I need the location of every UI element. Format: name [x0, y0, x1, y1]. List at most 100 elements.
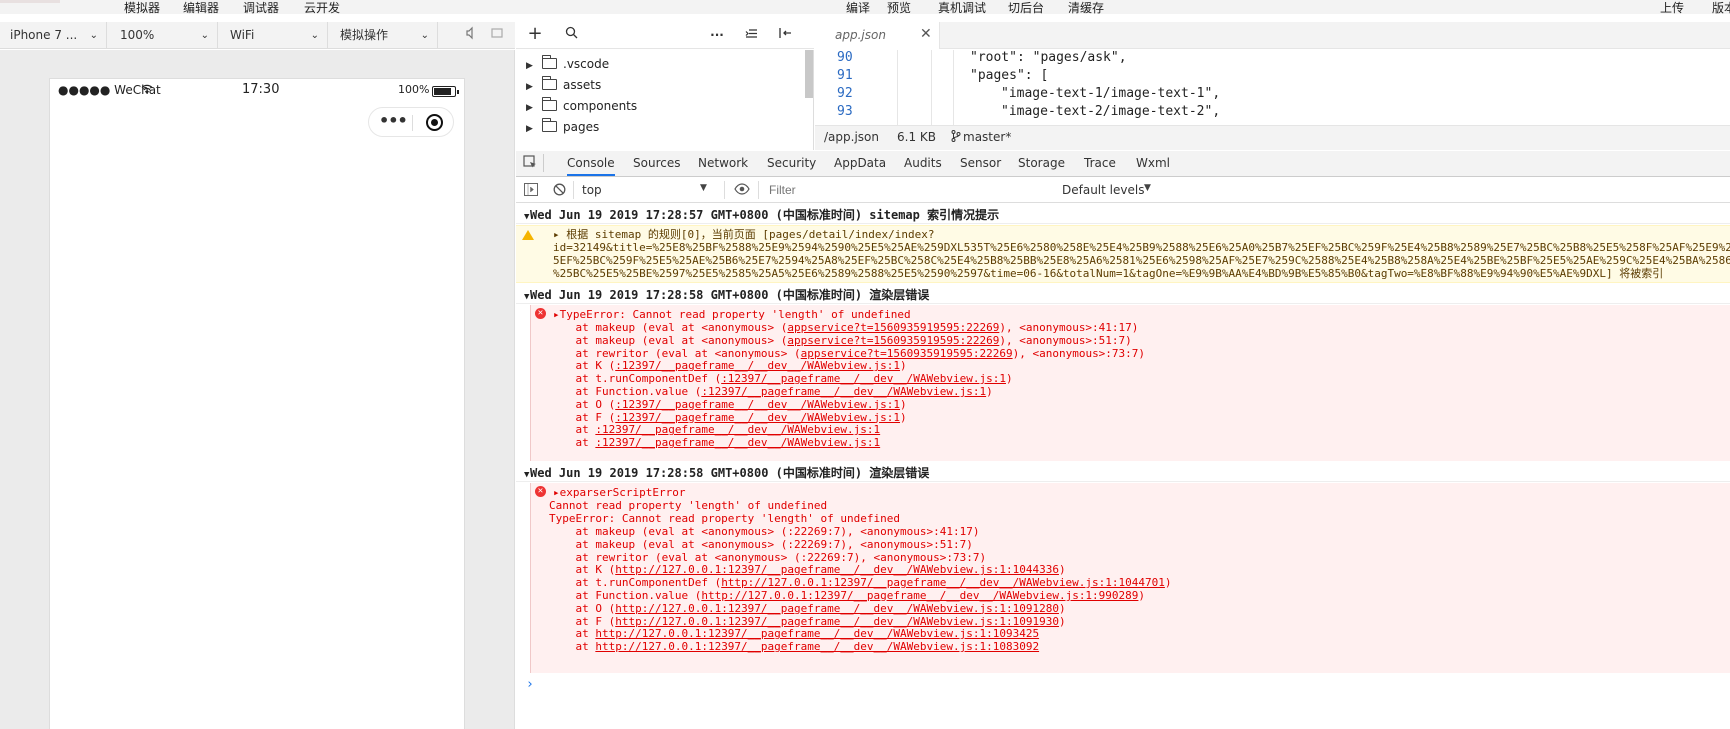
window-corner [0, 0, 60, 3]
source-link[interactable]: http://127.0.0.1:12397/__pageframe__/__d… [595, 627, 1039, 640]
console-group-header[interactable]: ▼Wed Jun 19 2019 17:28:58 GMT+0800 (中国标准… [516, 287, 1730, 304]
error-message[interactable]: ✕ ▸exparserScriptError Cannot read prope… [530, 483, 1730, 673]
caret-down-icon: ▼ [524, 470, 530, 480]
background-button[interactable]: 切后台 [1008, 0, 1044, 14]
eye-icon[interactable] [734, 183, 750, 198]
context-value: top [582, 183, 602, 197]
console-group-header[interactable]: ▼Wed Jun 19 2019 17:28:57 GMT+0800 (中国标准… [516, 207, 1730, 224]
more-icon[interactable]: ··· [708, 26, 726, 44]
folder-vscode[interactable]: ▶ .vscode [526, 54, 609, 74]
inspect-element-icon[interactable] [523, 155, 538, 173]
console-group-header[interactable]: ▼Wed Jun 19 2019 17:28:58 GMT+0800 (中国标准… [516, 465, 1730, 482]
folder-label: pages [563, 120, 600, 134]
log-levels-select[interactable]: Default levels ▼ [1062, 180, 1162, 200]
source-link[interactable]: :12397/__pageframe__/__dev__/WAWebview.j… [615, 398, 900, 411]
code-line: "pages": [ [970, 68, 1049, 83]
stack-frame-text: at makeup (eval at <anonymous> ( [549, 321, 788, 334]
tab-appdata[interactable]: AppData [834, 156, 886, 170]
line-number: 90 [837, 50, 853, 65]
close-icon[interactable]: ✕ [920, 26, 932, 42]
source-link[interactable]: :12397/__pageframe__/__dev__/WAWebview.j… [701, 385, 986, 398]
menu-debugger[interactable]: 调试器 [243, 0, 279, 14]
tab-trace[interactable]: Trace [1084, 156, 1116, 170]
add-file-icon[interactable]: + [526, 25, 544, 43]
compile-button[interactable]: 编译 [846, 0, 870, 14]
show-sidebar-icon[interactable] [524, 183, 538, 199]
zoom-select[interactable]: 100% ⌄ [110, 22, 218, 49]
tab-console[interactable]: Console [567, 156, 615, 176]
tab-audits[interactable]: Audits [904, 156, 942, 170]
more-menu-icon[interactable]: ••• [379, 111, 408, 130]
menu-simulator[interactable]: 模拟器 [124, 0, 160, 14]
toggle-panel-icon[interactable] [776, 26, 794, 44]
collapse-icon[interactable] [742, 26, 760, 44]
file-path: /app.json [824, 130, 879, 144]
file-tree-toolbar: + ··· [516, 22, 814, 49]
stack-frame: at rewritor (eval at <anonymous> (appser… [549, 347, 1145, 360]
error-icon: ✕ [535, 308, 546, 319]
source-link[interactable]: :12397/__pageframe__/__dev__/WAWebview.j… [595, 436, 880, 449]
clear-console-icon[interactable] [553, 183, 566, 199]
tab-security[interactable]: Security [767, 156, 816, 170]
mute-icon[interactable] [462, 26, 480, 44]
folder-pages[interactable]: ▶ pages [526, 117, 599, 137]
stack-frame-text: at [549, 627, 596, 641]
code-editor[interactable]: 90 "root": "pages/ask", 91 "pages": [ 92… [815, 50, 1730, 125]
source-link[interactable]: :12397/__pageframe__/__dev__/WAWebview.j… [595, 423, 880, 436]
stack-frame: at makeup (eval at <anonymous> (:22269:7… [549, 525, 979, 538]
tab-sources[interactable]: Sources [633, 156, 680, 170]
tab-storage[interactable]: Storage [1018, 156, 1065, 170]
source-link[interactable]: :12397/__pageframe__/__dev__/WAWebview.j… [615, 359, 900, 372]
version-button[interactable]: 版本 [1712, 0, 1730, 14]
source-link[interactable]: http://127.0.0.1:12397/__pageframe__/__d… [615, 602, 1059, 615]
source-link[interactable]: :12397/__pageframe__/__dev__/WAWebview.j… [721, 372, 1006, 385]
stack-frame-text: ) [1058, 614, 1066, 628]
stack-frame-text: at makeup (eval at <anonymous> ( [549, 333, 788, 347]
upload-button[interactable]: 上传 [1660, 0, 1684, 14]
device-select[interactable]: iPhone 7 ... ⌄ [0, 22, 107, 49]
menu-cloud-dev[interactable]: 云开发 [304, 0, 340, 14]
console-prompt[interactable]: › [526, 677, 534, 692]
source-link[interactable]: :12397/__pageframe__/__dev__/WAWebview.j… [615, 411, 900, 424]
close-mini-program-icon[interactable] [426, 114, 443, 131]
phone-screen[interactable]: ●●●●● WeChat 17:30 100% ••• [49, 78, 465, 729]
indent-guide [931, 50, 932, 125]
tab-wxml[interactable]: Wxml [1136, 156, 1170, 170]
battery-icon [432, 86, 459, 97]
filter-input[interactable] [767, 180, 1052, 200]
git-branch[interactable]: master* [963, 130, 1011, 144]
source-link[interactable]: appservice?t=1560935919595:22269 [801, 347, 1013, 360]
log-levels-value: Default levels [1062, 183, 1145, 197]
remote-debug-button[interactable]: 真机调试 [938, 0, 986, 14]
stack-frame-text: at [549, 423, 596, 437]
source-link[interactable]: http://127.0.0.1:12397/__pageframe__/__d… [701, 589, 1138, 602]
network-select[interactable]: WiFi ⌄ [220, 22, 328, 49]
detach-window-icon[interactable] [488, 26, 506, 44]
code-line: "image-text-2/image-text-2", [1001, 104, 1221, 119]
preview-button[interactable]: 预览 [887, 0, 911, 14]
source-link[interactable]: http://127.0.0.1:12397/__pageframe__/__d… [615, 563, 1059, 576]
menu-editor[interactable]: 编辑器 [183, 0, 219, 14]
scrollbar[interactable] [805, 50, 813, 98]
search-icon[interactable] [562, 26, 580, 44]
folder-assets[interactable]: ▶ assets [526, 75, 601, 95]
sim-action-select[interactable]: 模拟操作 ⌄ [330, 22, 438, 49]
divider [758, 181, 759, 199]
source-link[interactable]: http://127.0.0.1:12397/__pageframe__/__d… [721, 576, 1165, 589]
stack-frame: at Function.value (http://127.0.0.1:1239… [549, 589, 1145, 602]
source-link[interactable]: appservice?t=1560935919595:22269 [787, 321, 999, 334]
tab-sensor[interactable]: Sensor [960, 156, 1001, 170]
source-link[interactable]: http://127.0.0.1:12397/__pageframe__/__d… [595, 640, 1039, 653]
tab-network[interactable]: Network [698, 156, 748, 170]
source-link[interactable]: http://127.0.0.1:12397/__pageframe__/__d… [615, 615, 1059, 628]
tab-app-json[interactable]: app.json ✕ [815, 22, 940, 49]
warning-message[interactable]: ▸ 根据 sitemap 的规则[0]，当前页面 [pages/detail/i… [516, 225, 1730, 283]
error-icon: ✕ [535, 486, 546, 497]
group-title: Wed Jun 19 2019 17:28:58 GMT+0800 (中国标准时… [530, 466, 930, 480]
source-link[interactable]: appservice?t=1560935919595:22269 [787, 334, 999, 347]
clear-cache-button[interactable]: 清缓存 [1068, 0, 1104, 14]
stack-frame-text: ) [1164, 576, 1172, 590]
folder-components[interactable]: ▶ components [526, 96, 637, 116]
error-message[interactable]: ✕ ▸TypeError: Cannot read property 'leng… [530, 305, 1730, 461]
code-line: "root": "pages/ask", [970, 50, 1127, 65]
